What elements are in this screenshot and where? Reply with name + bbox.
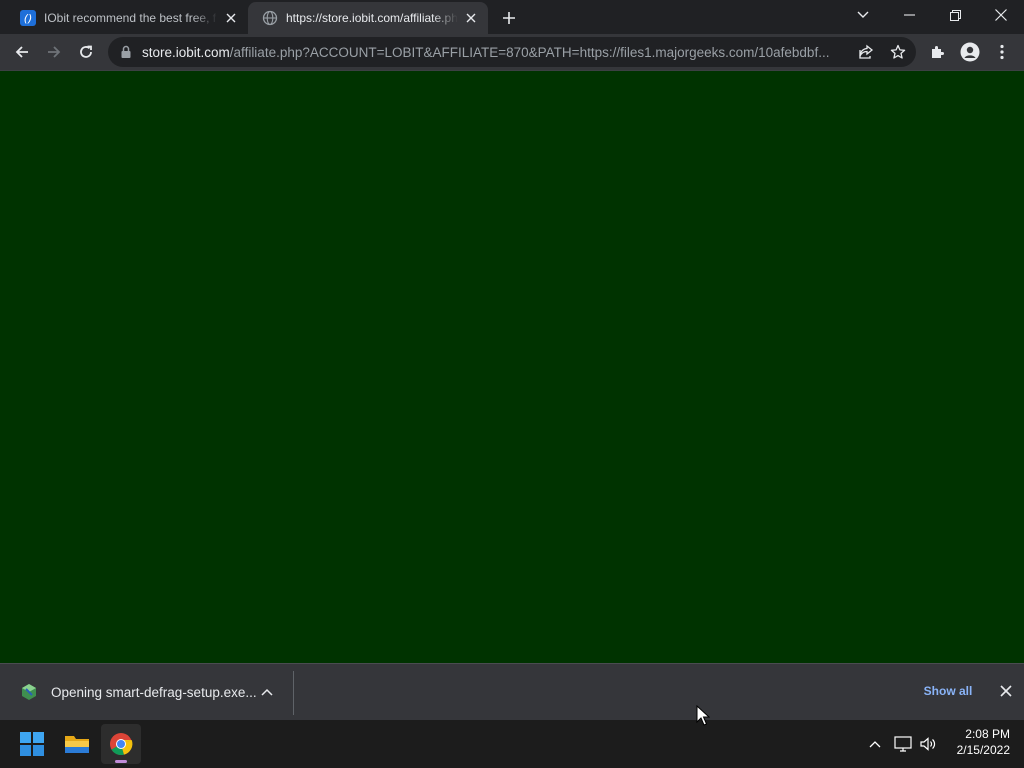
tab-store-iobit[interactable]: https://store.iobit.com/affiliate.php bbox=[248, 2, 488, 34]
windows-start-icon[interactable] bbox=[12, 724, 52, 764]
url-host: store.iobit.com bbox=[142, 44, 230, 60]
close-window-button[interactable] bbox=[978, 0, 1024, 30]
chevron-up-icon[interactable] bbox=[864, 732, 886, 756]
url-path: /affiliate.php?ACCOUNT=LOBIT&AFFILIATE=8… bbox=[229, 44, 830, 60]
tab-title: IObit recommend the best free, f bbox=[44, 11, 217, 25]
browser-toolbar: store.iobit.com/affiliate.php?ACCOUNT=LO… bbox=[0, 34, 1024, 71]
reload-button[interactable] bbox=[72, 38, 100, 66]
clock-date: 2/15/2022 bbox=[956, 743, 1010, 757]
tab-title: https://store.iobit.com/affiliate.php bbox=[286, 11, 458, 25]
url-text[interactable]: store.iobit.com/affiliate.php?ACCOUNT=LO… bbox=[142, 45, 842, 60]
profile-avatar-icon[interactable] bbox=[956, 38, 984, 66]
address-bar[interactable]: store.iobit.com/affiliate.php?ACCOUNT=LO… bbox=[108, 37, 916, 67]
chevron-up-icon[interactable] bbox=[258, 683, 276, 701]
back-button[interactable] bbox=[8, 38, 36, 66]
tab-strip: () IObit recommend the best free, f http… bbox=[0, 0, 1024, 34]
download-shelf: Opening smart-defrag-setup.exe... Show a… bbox=[0, 663, 1024, 720]
bookmark-star-icon[interactable] bbox=[886, 40, 910, 64]
new-tab-button[interactable] bbox=[498, 7, 520, 29]
download-status-text: Opening smart-defrag-setup.exe... bbox=[51, 684, 257, 700]
tab-close-icon[interactable] bbox=[222, 9, 240, 27]
download-item[interactable]: Opening smart-defrag-setup.exe... bbox=[10, 674, 286, 710]
mouse-cursor-icon bbox=[696, 705, 710, 726]
chrome-icon[interactable] bbox=[101, 724, 141, 764]
minimize-button[interactable] bbox=[886, 0, 932, 30]
system-clock[interactable]: 2:08 PM 2/15/2022 bbox=[944, 726, 1010, 758]
smart-defrag-file-icon bbox=[20, 683, 38, 701]
page-content[interactable] bbox=[0, 71, 1024, 663]
show-all-button[interactable]: Show all bbox=[914, 679, 982, 703]
iobit-favicon-icon: () bbox=[20, 10, 36, 26]
restore-button[interactable] bbox=[932, 0, 978, 30]
file-explorer-icon[interactable] bbox=[57, 724, 97, 764]
clock-time: 2:08 PM bbox=[965, 727, 1010, 741]
network-icon[interactable] bbox=[892, 732, 914, 756]
taskbar: 2:08 PM 2/15/2022 bbox=[0, 720, 1024, 768]
tab-search-button[interactable] bbox=[840, 0, 886, 30]
volume-icon[interactable] bbox=[917, 732, 939, 756]
tab-close-icon[interactable] bbox=[462, 9, 480, 27]
tab-iobit[interactable]: () IObit recommend the best free, f bbox=[6, 2, 248, 34]
lock-icon[interactable] bbox=[119, 45, 133, 59]
svg-text:(): () bbox=[24, 12, 33, 25]
close-shelf-button[interactable] bbox=[995, 680, 1017, 702]
extensions-icon[interactable] bbox=[924, 38, 952, 66]
divider bbox=[293, 671, 294, 715]
menu-kebab-icon[interactable] bbox=[988, 38, 1016, 66]
share-icon[interactable] bbox=[854, 40, 878, 64]
forward-button[interactable] bbox=[40, 38, 68, 66]
globe-icon bbox=[262, 10, 278, 26]
running-indicator bbox=[115, 760, 127, 763]
